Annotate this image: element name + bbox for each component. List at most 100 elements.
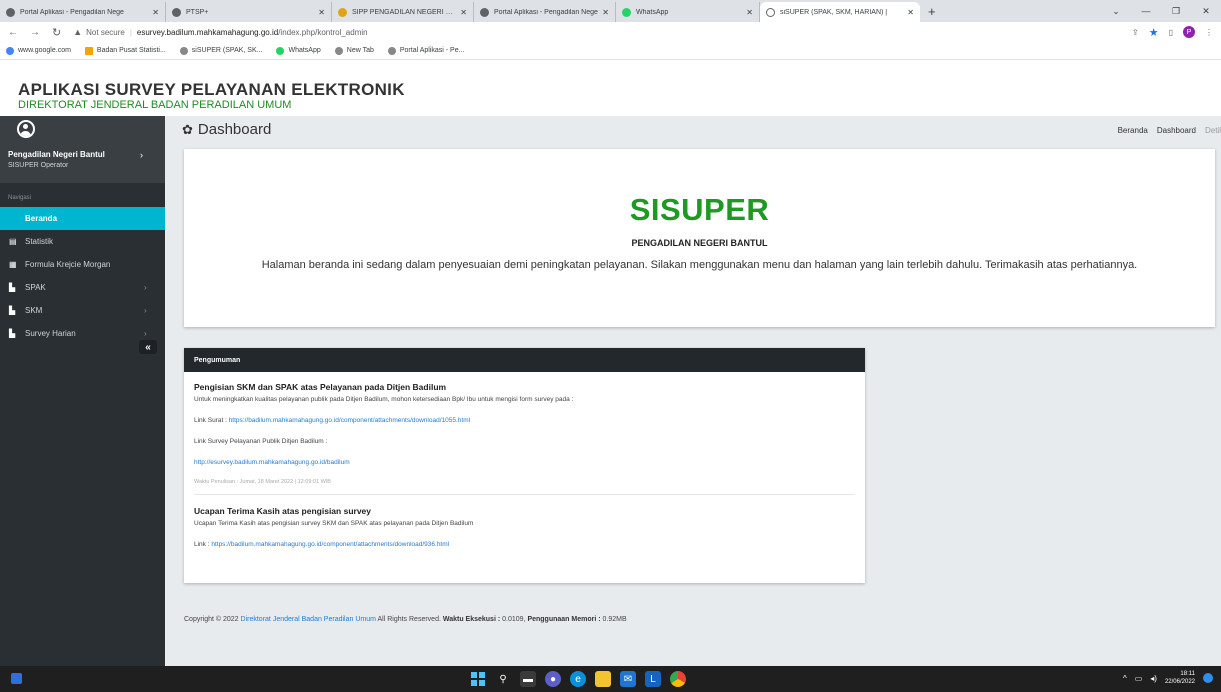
sipp-icon [338, 7, 347, 17]
sidebar-item-statistik[interactable]: ▤ Statistik [0, 230, 165, 253]
document-icon: ▙ [9, 283, 16, 292]
bookmark-item[interactable]: New Tab [334, 46, 374, 55]
close-icon[interactable]: ✕ [602, 8, 609, 17]
restore-button[interactable]: ❐ [1161, 6, 1191, 17]
google-icon [6, 46, 14, 55]
chevron-right-icon: › [140, 150, 143, 160]
taskbar-apps: ⚲ ▬ ● e ✉ L [470, 671, 686, 687]
file-explorer-icon[interactable] [595, 671, 611, 687]
toolbar-actions: ⇪ ★ ▯ P ⋮ [1132, 26, 1213, 39]
taskview-icon[interactable]: ▬ [520, 671, 536, 687]
bookmark-star-icon[interactable]: ★ [1149, 26, 1159, 39]
bookmark-item[interactable]: www.google.com [6, 46, 71, 55]
os-taskbar: ⚲ ▬ ● e ✉ L ^ ▭ ◂) 18:11 22/06/2022 [0, 666, 1221, 692]
app-subtitle: DIREKTORAT JENDERAL BADAN PERADILAN UMUM [18, 99, 292, 111]
announcement-text: Ucapan Terima Kasih atas pengisian surve… [194, 520, 474, 527]
menu-icon[interactable]: ⋮ [1205, 28, 1213, 37]
announcement-item: Pengisian SKM dan SPAK atas Pelayanan pa… [194, 382, 855, 485]
document-icon: ▙ [9, 306, 16, 315]
footer-org-link[interactable]: Direktorat Jenderal Badan Peradilan Umum [241, 616, 376, 623]
sidebar-item-spak[interactable]: ▙ SPAK › [0, 276, 165, 299]
address-path: /index.php/kontrol_admin [278, 27, 368, 37]
notification-icon[interactable] [1203, 673, 1213, 683]
widgets-icon[interactable] [11, 673, 22, 684]
announcement-panel: Pengumuman Pengisian SKM dan SPAK atas P… [184, 348, 865, 583]
security-label: Not secure [86, 27, 125, 37]
sidebar-item-skm[interactable]: ▙ SKM › [0, 299, 165, 322]
bookmark-item[interactable]: Badan Pusat Statisti... [84, 46, 166, 55]
close-icon[interactable]: ✕ [152, 8, 159, 17]
address-host: esurvey.badilum.mahkamahagung.go.id [136, 27, 279, 37]
user-role: SISUPER Operator [8, 162, 69, 169]
browser-tab[interactable]: Portal Aplikasi - Pengadilan Nege ✕ [0, 2, 166, 22]
bookmark-item[interactable]: siSUPER (SPAK, SK... [179, 46, 262, 55]
chevron-right-icon: › [144, 283, 147, 292]
hero-title: SISUPER [629, 192, 770, 227]
edge-icon[interactable]: e [570, 671, 586, 687]
sisuper-icon [179, 46, 188, 55]
browser-tab[interactable]: SIPP PENGADILAN NEGERI BANT ✕ [332, 2, 474, 22]
sidebar-item-beranda[interactable]: Beranda [0, 207, 165, 230]
profile-avatar[interactable]: P [1183, 26, 1195, 38]
user-profile[interactable]: Pengadilan Negeri Bantul › SISUPER Opera… [0, 116, 165, 183]
close-icon[interactable]: ✕ [907, 8, 914, 17]
browser-tab[interactable]: PTSP+ ✕ [166, 2, 332, 22]
sidebar-item-formula[interactable]: ▦ Formula Krejcie Morgan [0, 253, 165, 276]
hero-subtitle: PENGADILAN NEGERI BANTUL [631, 238, 768, 248]
announcement-link[interactable]: https://badilum.mahkamahagung.go.id/comp… [229, 417, 470, 424]
chart-icon: ▤ [9, 237, 17, 246]
chrome-icon[interactable] [670, 671, 686, 687]
hero-text: Halaman beranda ini sedang dalam penyesu… [261, 259, 1138, 271]
close-icon[interactable]: ✕ [318, 8, 325, 17]
mail-icon[interactable]: ✉ [620, 671, 636, 687]
announcement-link[interactable]: http://esurvey.badilum.mahkamahagung.go.… [194, 459, 350, 466]
announcement-text: Untuk meningkatkan kualitas pelayanan pu… [194, 396, 574, 403]
app-l-icon[interactable]: L [645, 671, 661, 687]
new-tab-button[interactable]: + [920, 4, 944, 22]
reload-button[interactable]: ↻ [52, 26, 61, 39]
close-window-button[interactable]: ✕ [1191, 6, 1221, 17]
volume-icon[interactable]: ◂) [1150, 674, 1157, 683]
app-header: APLIKASI SURVEY PELAYANAN ELEKTRONIK DIR… [0, 61, 1221, 116]
bookmark-item[interactable]: WhatsApp [276, 46, 321, 55]
breadcrumb-item[interactable]: Dashboard [1157, 126, 1196, 135]
announcement-link[interactable]: https://badilum.mahkamahagung.go.id/comp… [211, 541, 449, 548]
window-controls: ⌄ — ❐ ✕ [1101, 0, 1221, 22]
announcement-text: Link Survey Pelayanan Publik Ditjen Badi… [194, 438, 328, 445]
chat-icon[interactable]: ● [545, 671, 561, 687]
browser-tab[interactable]: Portal Aplikasi - Pengadilan Nege ✕ [474, 2, 616, 22]
announcement-link-row: Link : https://badilum.mahkamahagung.go.… [194, 541, 450, 548]
chevron-up-icon[interactable]: ^ [1123, 674, 1127, 683]
user-name: Pengadilan Negeri Bantul [8, 150, 105, 159]
announcement-header: Pengumuman [184, 348, 865, 372]
bookmark-item[interactable]: Portal Aplikasi - Pe... [387, 46, 464, 55]
start-icon[interactable] [470, 671, 486, 687]
browser-tab-active[interactable]: siSUPER (SPAK, SKM, HARIAN) | ✕ [760, 2, 920, 22]
announcement-link-row: http://esurvey.badilum.mahkamahagung.go.… [194, 458, 855, 467]
browser-tab-bar: Portal Aplikasi - Pengadilan Nege ✕ PTSP+… [0, 0, 1221, 22]
chevron-right-icon: › [144, 306, 147, 315]
address-bar[interactable]: ▲ Not secure | esurvey.badilum.mahkamaha… [73, 27, 1132, 37]
announcement-body: Pengisian SKM dan SPAK atas Pelayanan pa… [184, 372, 865, 549]
tab-search-icon[interactable]: ⌄ [1101, 6, 1131, 17]
share-icon[interactable]: ⇪ [1132, 28, 1139, 37]
announcement-title: Pengisian SKM dan SPAK atas Pelayanan pa… [194, 382, 447, 392]
clock[interactable]: 18:11 22/06/2022 [1165, 670, 1195, 686]
back-button[interactable]: ← [8, 27, 18, 38]
breadcrumb: Beranda Dashboard Detil [1118, 126, 1221, 135]
network-icon[interactable]: ▭ [1135, 674, 1143, 683]
warning-icon: ▲ [73, 27, 83, 37]
browser-tab[interactable]: WhatsApp ✕ [616, 2, 760, 22]
close-icon[interactable]: ✕ [460, 8, 467, 17]
minimize-button[interactable]: — [1131, 6, 1161, 16]
breadcrumb-item[interactable]: Beranda [1118, 126, 1148, 135]
chevron-right-icon: › [144, 329, 147, 338]
close-icon[interactable]: ✕ [746, 8, 753, 17]
announcement-divider [194, 494, 855, 495]
search-icon[interactable]: ⚲ [495, 671, 511, 687]
side-panel-icon[interactable]: ▯ [1169, 28, 1173, 37]
sidebar-collapse-button[interactable]: « [139, 340, 157, 354]
forward-button[interactable]: → [30, 27, 40, 38]
address-separator: | [129, 27, 132, 37]
gear-icon: ✿ [182, 121, 193, 137]
